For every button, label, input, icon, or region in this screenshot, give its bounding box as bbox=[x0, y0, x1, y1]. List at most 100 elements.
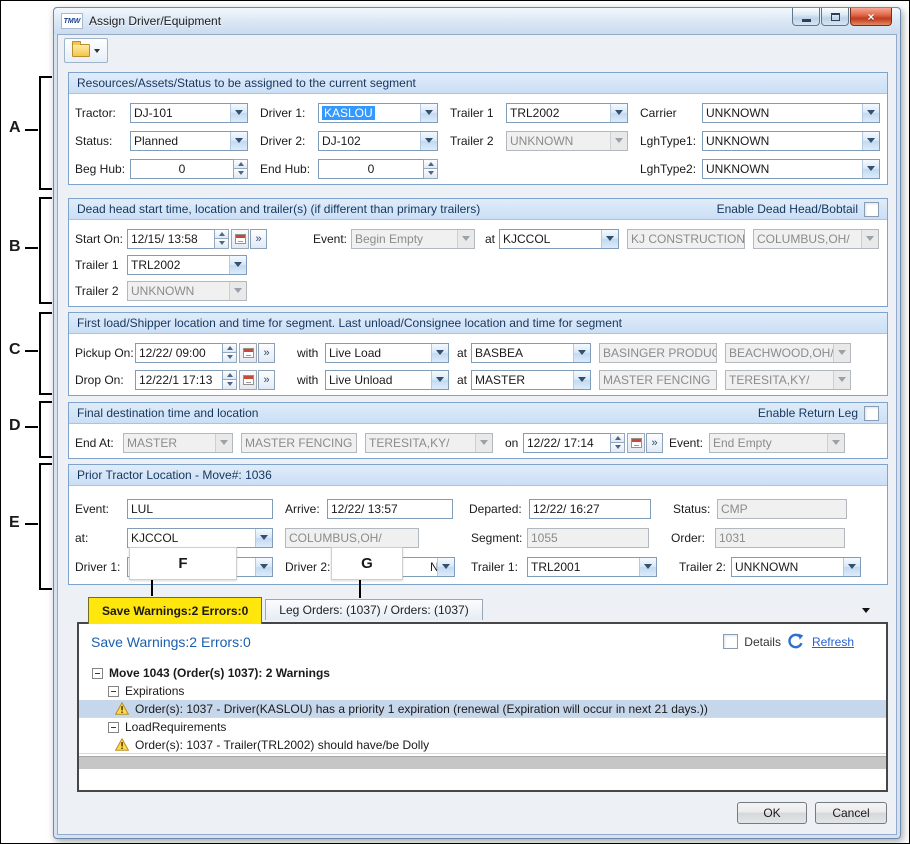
deadhead-event-combobox: Begin Empty bbox=[351, 229, 475, 249]
pickupon-datetime[interactable]: 12/22/ 09:00 » bbox=[135, 343, 275, 363]
dropdown-arrow-icon bbox=[215, 434, 232, 452]
tree-warning-dolly[interactable]: Order(s): 1037 - Trailer(TRL2002) should… bbox=[79, 736, 886, 754]
pickup-event-combobox[interactable]: Live Load bbox=[325, 343, 449, 363]
dropdown-arrow-icon[interactable] bbox=[229, 256, 246, 274]
dropdown-arrow-icon[interactable] bbox=[431, 371, 448, 389]
lghtype2-combobox[interactable]: UNKNOWN bbox=[702, 159, 880, 179]
status-combobox[interactable]: Planned bbox=[130, 131, 248, 151]
starton-datetime[interactable]: 12/15/ 13:58 » bbox=[127, 229, 267, 249]
enable-deadhead-checkbox[interactable] bbox=[864, 202, 879, 217]
close-button[interactable]: × bbox=[850, 8, 892, 26]
prior-driver1-label: Driver 1: bbox=[75, 560, 127, 574]
refresh-icon[interactable] bbox=[787, 633, 804, 650]
tab-save-warnings[interactable]: Save Warnings:2 Errors:0 bbox=[88, 597, 262, 624]
endat-city-combobox: TERESITA,KY/ bbox=[365, 433, 493, 453]
maximize-button[interactable] bbox=[821, 8, 849, 26]
endhub-stepper[interactable]: 0 bbox=[318, 159, 438, 179]
ok-button[interactable]: OK bbox=[737, 802, 807, 824]
dropdown-arrow-icon[interactable] bbox=[862, 104, 879, 122]
annotation-dash-c bbox=[25, 350, 38, 352]
prior-location-combobox[interactable]: KJCCOL bbox=[127, 528, 273, 548]
arrive-field[interactable]: 12/22/ 13:57 bbox=[327, 499, 453, 519]
prior-city-field: COLUMBUS,OH/ bbox=[285, 528, 419, 548]
dropdown-arrow-icon bbox=[475, 434, 492, 452]
tab-overflow-arrow-icon[interactable] bbox=[862, 608, 870, 613]
endhub-label: End Hub: bbox=[260, 162, 318, 176]
dropdown-arrow-icon[interactable] bbox=[843, 558, 860, 576]
prior-trailer1-combobox[interactable]: TRL2001 bbox=[527, 557, 657, 577]
open-split-button[interactable] bbox=[64, 38, 108, 63]
warning-icon bbox=[115, 738, 129, 751]
annotation-bracket-e bbox=[39, 463, 52, 590]
prior-event-field[interactable]: LUL bbox=[127, 499, 273, 519]
date-more-button[interactable]: » bbox=[258, 343, 275, 363]
spin-down-icon[interactable] bbox=[214, 238, 229, 249]
collapse-icon[interactable] bbox=[92, 668, 103, 679]
calendar-icon[interactable] bbox=[231, 229, 249, 249]
details-checkbox[interactable] bbox=[723, 634, 738, 649]
tab-leg-orders[interactable]: Leg Orders: (1037) / Orders: (1037) bbox=[265, 599, 482, 620]
dropdown-arrow-icon[interactable] bbox=[255, 558, 272, 576]
annotation-letter-b: B bbox=[9, 238, 21, 256]
dropdown-arrow-icon[interactable] bbox=[862, 132, 879, 150]
tree-node-move[interactable]: Move 1043 (Order(s) 1037): 2 Warnings bbox=[79, 664, 886, 682]
dropdown-arrow-icon[interactable] bbox=[601, 230, 618, 248]
dropdown-arrow-icon[interactable] bbox=[230, 132, 247, 150]
endat-datetime[interactable]: 12/22/ 17:14 » bbox=[523, 433, 663, 453]
date-more-button[interactable]: » bbox=[250, 229, 267, 249]
trailer1-combobox[interactable]: TRL2002 bbox=[506, 103, 628, 123]
cancel-button[interactable]: Cancel bbox=[815, 802, 887, 824]
dropdown-arrow-icon[interactable] bbox=[573, 344, 590, 362]
dropdown-arrow-icon[interactable] bbox=[230, 104, 247, 122]
departed-field[interactable]: 12/22/ 16:27 bbox=[529, 499, 651, 519]
dropdown-arrow-icon bbox=[94, 49, 100, 53]
drop-event-combobox[interactable]: Live Unload bbox=[325, 370, 449, 390]
collapse-icon[interactable] bbox=[108, 722, 119, 733]
spin-down-icon[interactable] bbox=[423, 168, 438, 179]
dropdown-arrow-icon[interactable] bbox=[431, 344, 448, 362]
prior-trailer2-combobox[interactable]: UNKNOWN bbox=[731, 557, 861, 577]
drop-location-combobox[interactable]: MASTER bbox=[471, 370, 591, 390]
driver2-combobox[interactable]: DJ-102 bbox=[318, 131, 438, 151]
dropdown-arrow-icon[interactable] bbox=[639, 558, 656, 576]
dropdown-arrow-icon[interactable] bbox=[573, 371, 590, 389]
spin-down-icon[interactable] bbox=[222, 352, 237, 363]
minimize-button[interactable] bbox=[792, 8, 820, 26]
calendar-icon[interactable] bbox=[239, 343, 257, 363]
lghtype2-label: LghType2: bbox=[640, 162, 702, 176]
date-more-button[interactable]: » bbox=[258, 370, 275, 390]
enable-return-leg-checkbox[interactable] bbox=[864, 406, 879, 421]
prior-status-field: CMP bbox=[717, 499, 847, 519]
date-more-button[interactable]: » bbox=[646, 433, 663, 453]
deadhead-trailer1-combobox[interactable]: TRL2002 bbox=[127, 255, 247, 275]
dropdown-arrow-icon[interactable] bbox=[420, 132, 437, 150]
horizontal-scrollbar[interactable] bbox=[79, 756, 886, 769]
tractor-combobox[interactable]: DJ-101 bbox=[130, 103, 248, 123]
beghub-stepper[interactable]: 0 bbox=[130, 159, 248, 179]
tree-warning-expiration[interactable]: Order(s): 1037 - Driver(KASLOU) has a pr… bbox=[79, 700, 886, 718]
end-event-combobox: End Empty bbox=[709, 433, 845, 453]
refresh-link[interactable]: Refresh bbox=[812, 635, 854, 649]
folder-icon bbox=[72, 44, 90, 57]
tree-node-expirations[interactable]: Expirations bbox=[79, 682, 886, 700]
carrier-combobox[interactable]: UNKNOWN bbox=[702, 103, 880, 123]
dropdown-arrow-icon[interactable] bbox=[862, 160, 879, 178]
dropdown-arrow-icon[interactable] bbox=[420, 104, 437, 122]
assign-driver-equipment-dialog: TMW Assign Driver/Equipment × Resources/… bbox=[53, 7, 901, 839]
calendar-icon[interactable] bbox=[627, 433, 645, 453]
calendar-icon[interactable] bbox=[239, 370, 257, 390]
spin-down-icon[interactable] bbox=[610, 442, 625, 453]
collapse-icon[interactable] bbox=[108, 686, 119, 697]
driver1-combobox[interactable]: KASLOU bbox=[318, 103, 438, 123]
spin-down-icon[interactable] bbox=[233, 168, 248, 179]
deadhead-location-combobox[interactable]: KJCCOL bbox=[499, 229, 619, 249]
pickup-location-combobox[interactable]: BASBEA bbox=[471, 343, 591, 363]
dropon-datetime[interactable]: 12/22/1 17:13 » bbox=[135, 370, 275, 390]
tree-node-loadrequirements[interactable]: LoadRequirements bbox=[79, 718, 886, 736]
dropdown-arrow-icon[interactable] bbox=[255, 529, 272, 547]
dropdown-arrow-icon[interactable] bbox=[610, 104, 627, 122]
titlebar[interactable]: TMW Assign Driver/Equipment bbox=[54, 8, 900, 34]
spin-down-icon[interactable] bbox=[222, 379, 237, 390]
lghtype1-combobox[interactable]: UNKNOWN bbox=[702, 131, 880, 151]
dropdown-arrow-icon[interactable] bbox=[437, 558, 454, 576]
